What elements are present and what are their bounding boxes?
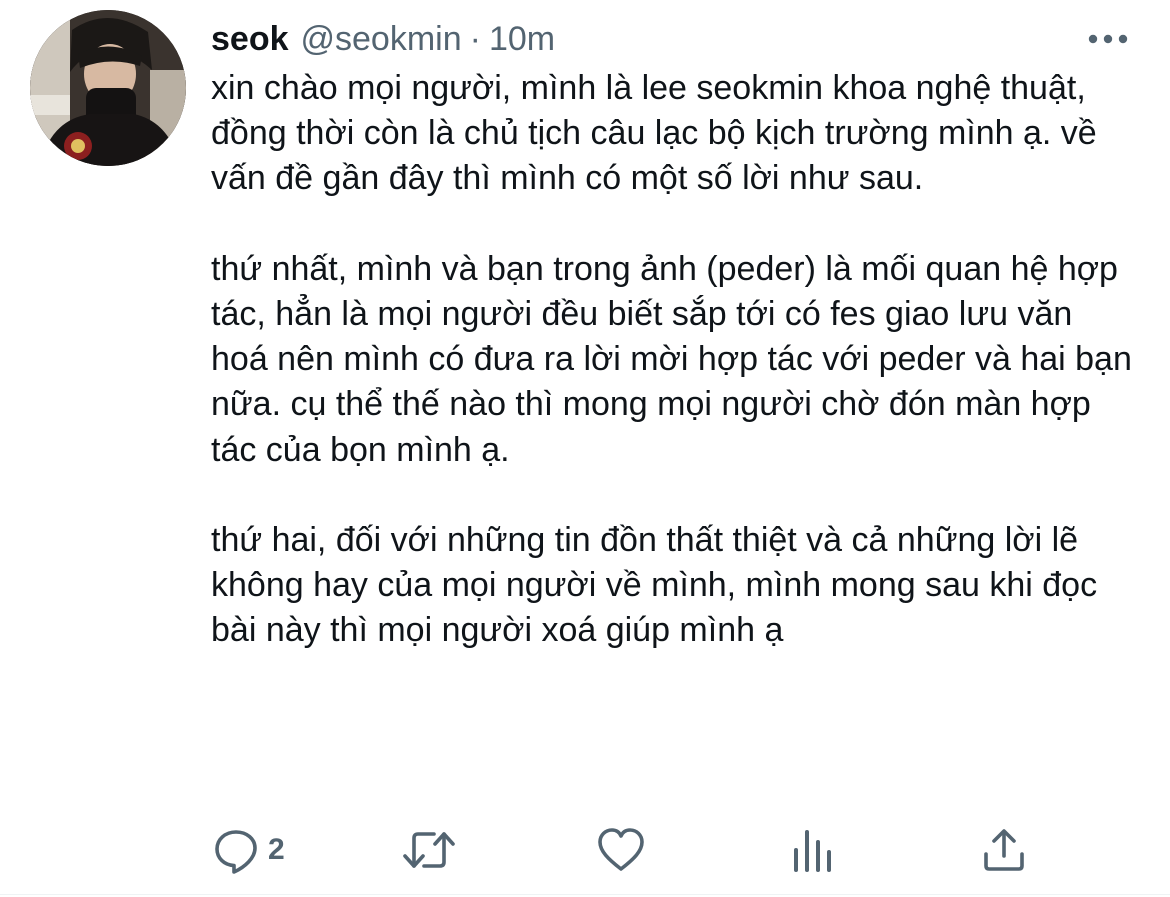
like-button[interactable] [596,824,646,876]
tweet-actions-bar: 2 [0,820,1170,880]
avatar-photo [30,10,186,166]
reply-icon [215,830,257,874]
display-name[interactable]: seok [211,18,289,60]
retweet-icon [403,832,455,868]
more-options-button[interactable] [1083,22,1133,56]
share-button[interactable] [980,824,1028,876]
user-handle[interactable]: @seokmin [301,18,462,60]
timestamp[interactable]: 10m [489,18,555,60]
reply-button[interactable]: 2 [212,824,285,876]
divider [0,894,1170,895]
views-button[interactable] [790,824,834,876]
views-icon [794,830,831,872]
avatar[interactable] [30,10,186,166]
separator-dot: · [469,20,481,58]
tweet-header: seok @seokmin · 10m [211,18,555,60]
share-icon [984,829,1024,871]
reply-count: 2 [268,833,285,866]
tweet-text: xin chào mọi người, mình là lee seokmin … [211,69,1132,650]
like-icon [598,828,644,871]
retweet-button[interactable] [402,824,456,876]
more-icon [1088,34,1128,44]
